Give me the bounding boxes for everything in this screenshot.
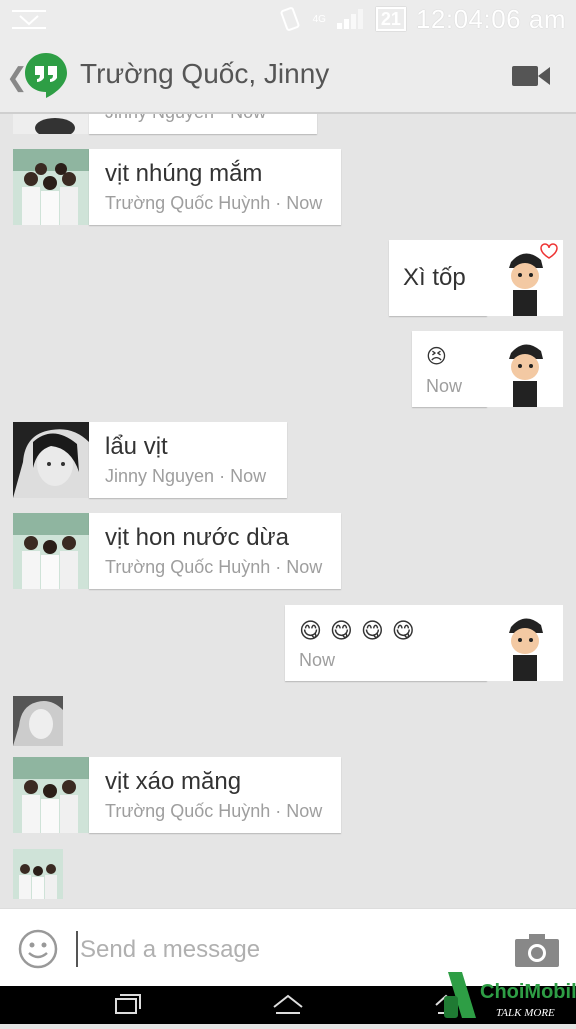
network-type: 4G	[312, 13, 326, 25]
message-item: 😣 Now	[412, 331, 563, 407]
message-item: vịt hon nước dừa Trường Quốc Huỳnh · Now	[13, 513, 341, 589]
message-item: Xì tốp	[389, 240, 563, 316]
self-avatar[interactable]	[487, 331, 563, 407]
message-text: lẩu vịt	[105, 433, 168, 460]
message-item: . Jinny Nguyen · Now	[13, 114, 317, 134]
message-text: vịt hon nước dừa	[105, 524, 289, 551]
message-item: vịt nhúng mắm Trường Quốc Huỳnh · Now	[13, 149, 341, 225]
message-meta: Jinny Nguyen · Now	[105, 114, 301, 123]
conversation-title: Trường Quốc, Jinny	[80, 58, 330, 89]
watermark-brand: ChoiMobile	[480, 981, 576, 1003]
message-bubble: lẩu vịt Jinny Nguyen · Now	[89, 422, 287, 498]
emoji-icon[interactable]	[18, 929, 58, 969]
message-time: Now	[426, 375, 463, 396]
message-emoji: 😣	[426, 345, 447, 368]
avatar[interactable]	[13, 757, 89, 833]
message-item: lẩu vịt Jinny Nguyen · Now	[13, 422, 287, 498]
message-text: vịt nhúng mắm	[105, 160, 263, 187]
clock: 12:04:06 am	[415, 3, 566, 34]
vibrate-icon	[280, 7, 300, 31]
read-receipt-avatar	[13, 849, 63, 899]
avatar[interactable]	[13, 422, 89, 498]
avatar[interactable]	[13, 513, 89, 589]
battery-indicator: 21	[375, 7, 406, 31]
avatar[interactable]	[13, 114, 89, 134]
message-bubble: 😣 Now	[412, 331, 487, 407]
message-bubble: vịt xáo măng Trường Quốc Huỳnh · Now	[89, 757, 341, 833]
watermark-logo: ChoiMobile TALK MORE	[440, 968, 576, 1024]
read-receipt-avatar	[13, 696, 63, 746]
self-avatar[interactable]	[487, 240, 563, 316]
message-time: Now	[299, 649, 336, 670]
message-bubble: vịt hon nước dừa Trường Quốc Huỳnh · Now	[89, 513, 341, 589]
message-bubble: Xì tốp	[389, 240, 487, 316]
message-bubble: . Jinny Nguyen · Now	[89, 114, 317, 134]
message-input[interactable]	[78, 929, 502, 971]
app-bar: ❮ Trường Quốc, Jinny	[0, 38, 576, 114]
message-text: vịt xáo măng	[105, 768, 242, 795]
message-meta: Trường Quốc Huỳnh · Now	[105, 557, 323, 577]
message-item: vịt xáo măng Trường Quốc Huỳnh · Now	[13, 757, 341, 833]
status-bar: 4G 21 12:04:06 am	[0, 0, 576, 38]
home-icon[interactable]	[272, 993, 304, 1017]
camera-icon[interactable]	[515, 933, 559, 967]
message-meta: Trường Quốc Huỳnh · Now	[105, 193, 323, 213]
notification-shade-icon[interactable]	[10, 8, 48, 30]
message-emoji: 😋😋😋😋	[299, 617, 423, 643]
message-bubble: vịt nhúng mắm Trường Quốc Huỳnh · Now	[89, 149, 341, 225]
message-list[interactable]: . Jinny Nguyen · Now vịt nhúng mắm Trườn…	[0, 114, 576, 908]
signal-icon	[336, 9, 363, 29]
message-item: 😋😋😋😋 Now	[285, 605, 563, 681]
hangouts-logo-icon[interactable]	[22, 51, 70, 99]
watermark-tagline: TALK MORE	[496, 1007, 555, 1019]
message-meta: Jinny Nguyen · Now	[105, 466, 267, 486]
message-text: Xì tốp	[403, 264, 466, 291]
video-call-icon[interactable]	[512, 64, 550, 88]
self-avatar[interactable]	[487, 605, 563, 681]
recent-apps-icon[interactable]	[114, 993, 142, 1017]
message-meta: Trường Quốc Huỳnh · Now	[105, 801, 323, 821]
avatar[interactable]	[13, 149, 89, 225]
message-bubble: 😋😋😋😋 Now	[285, 605, 487, 681]
